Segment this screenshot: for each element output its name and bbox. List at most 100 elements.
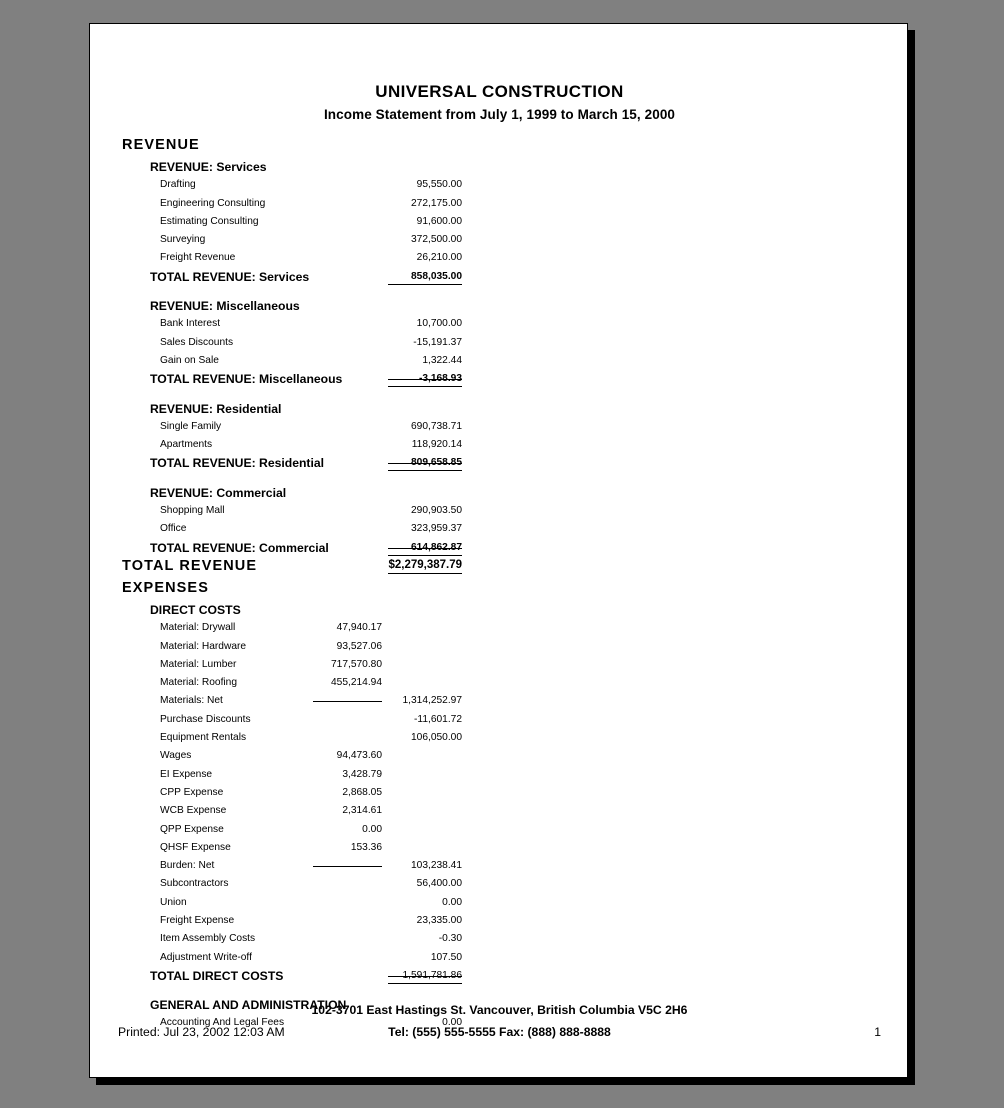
statement-line-row: Engineering Consulting 272,175.00	[90, 195, 907, 213]
line-label: Bank Interest	[160, 318, 221, 330]
statement-line-row: Material: Hardware 93,527.06	[90, 638, 907, 656]
income-statement-body: REVENUE REVENUE: Services Drafting 95,550.0…	[90, 136, 907, 1033]
statement-group-row: REVENUE: Commercial	[90, 484, 907, 502]
line-amount-detail: 47,940.17	[336, 622, 382, 634]
statement-line-row: Shopping Mall 290,903.50	[90, 502, 907, 520]
page-footer: 102-3701 East Hastings St. Vancouver, Br…	[90, 1003, 907, 1047]
statement-group-row: REVENUE: Services	[90, 158, 907, 176]
footer-address: 102-3701 East Hastings St. Vancouver, Br…	[311, 1003, 688, 1017]
statement-line-row: Material: Roofing 455,214.94	[90, 674, 907, 692]
line-label: REVENUE: Residential	[150, 401, 282, 416]
line-label: EI Expense	[160, 768, 213, 780]
spacer-row	[90, 389, 907, 400]
statement-line-row: Equipment Rentals 106,050.00	[90, 729, 907, 747]
line-amount-detail: 2,868.05	[342, 786, 382, 798]
line-amount-total: 91,600.00	[416, 215, 462, 227]
amount-rule	[313, 866, 382, 868]
amount-rule	[388, 982, 462, 984]
footer-page-number: 1	[874, 1025, 881, 1039]
line-amount-total: -0.30	[438, 933, 462, 945]
statement-line-row: CPP Expense 2,868.05	[90, 784, 907, 802]
amount-rule	[388, 379, 462, 381]
line-amount-total: 26,210.00	[416, 252, 462, 264]
line-label: Materials: Net	[160, 695, 223, 707]
line-amount-total: $2,279,387.79	[388, 558, 462, 571]
line-label: REVENUE: Services	[150, 160, 267, 174]
statement-group-row: DIRECT COSTS	[90, 601, 907, 619]
statement-line-row: Office 323,959.37	[90, 520, 907, 538]
statement-section-row: TOTAL REVENUE $2,279,387.79	[90, 557, 907, 579]
line-amount-total: -11,601.72	[414, 713, 462, 725]
statement-total-row: TOTAL REVENUE: Miscellaneous -3,168.93	[90, 370, 907, 388]
line-amount-detail: 0.00	[362, 823, 382, 835]
statement-line-row: Single Family 690,738.71	[90, 418, 907, 436]
statement-line-row: Wages 94,473.60	[90, 747, 907, 765]
line-label: Sales Discounts	[160, 336, 234, 348]
page-title: UNIVERSAL CONSTRUCTION	[375, 82, 624, 101]
statement-line-row: QHSF Expense 153.36	[90, 839, 907, 857]
line-amount-total: 323,959.37	[411, 523, 462, 535]
line-amount-total: 106,050.00	[411, 732, 462, 744]
line-label: CPP Expense	[160, 786, 224, 798]
line-label: Drafting	[160, 179, 196, 191]
line-label: Single Family	[160, 420, 222, 432]
statement-group-row: REVENUE: Miscellaneous	[90, 297, 907, 315]
statement-line-row: Material: Lumber 717,570.80	[90, 656, 907, 674]
line-label: Purchase Discounts	[160, 713, 251, 725]
line-label: EXPENSES	[122, 579, 209, 596]
line-amount-detail: 93,527.06	[336, 640, 382, 652]
line-amount-detail: 3,428.79	[342, 768, 382, 780]
line-label: TOTAL REVENUE: Residential	[150, 456, 325, 471]
line-label: TOTAL REVENUE	[122, 557, 258, 574]
statement-line-row: Freight Expense 23,335.00	[90, 912, 907, 930]
line-amount-total: 1,322.44	[422, 354, 462, 366]
line-amount-detail: 153.36	[350, 841, 382, 853]
line-label: Wages	[160, 750, 192, 762]
footer-phone: Tel: (555) 555-5555 Fax: (888) 888-8888	[388, 1025, 611, 1039]
statement-line-row: Sales Discounts -15,191.37	[90, 334, 907, 352]
line-amount-total: 290,903.50	[411, 505, 462, 517]
spacer-row	[90, 473, 907, 484]
line-label: REVENUE: Miscellaneous	[150, 299, 300, 314]
statement-section-row: EXPENSES	[90, 579, 907, 601]
statement-section-row: REVENUE	[90, 136, 907, 158]
line-label: Material: Lumber	[160, 658, 237, 670]
statement-line-row: Gain on Sale 1,322.44	[90, 352, 907, 370]
line-label: Adjustment Write-off	[160, 951, 252, 963]
statement-total-row: TOTAL DIRECT COSTS 1,591,781.86	[90, 967, 907, 985]
line-label: Office	[160, 523, 187, 535]
line-label: WCB Expense	[160, 805, 227, 817]
line-label: REVENUE: Commercial	[150, 485, 287, 500]
line-label: TOTAL DIRECT COSTS	[150, 968, 284, 983]
line-label: Equipment Rentals	[160, 732, 247, 744]
amount-rule	[388, 463, 462, 465]
statement-line-row: Subcontractors 56,400.00	[90, 875, 907, 893]
statement-group-row: REVENUE: Residential	[90, 400, 907, 418]
line-label: DIRECT COSTS	[150, 602, 241, 617]
line-label: Item Assembly Costs	[160, 933, 256, 945]
line-label: QPP Expense	[160, 823, 224, 835]
statement-line-row: QPP Expense 0.00	[90, 821, 907, 839]
line-label: Subcontractors	[160, 878, 229, 890]
line-amount-total: 107.50	[430, 951, 462, 963]
statement-total-row: TOTAL REVENUE: Commercial 614,862.87	[90, 539, 907, 557]
line-amount-detail: 94,473.60	[336, 750, 382, 762]
statement-line-row: WCB Expense 2,314.61	[90, 802, 907, 820]
line-amount-total: 56,400.00	[416, 878, 462, 890]
line-label: Freight Revenue	[160, 252, 236, 264]
line-label: Burden: Net	[160, 860, 215, 872]
statement-line-row: Union 0.00	[90, 894, 907, 912]
amount-rule	[388, 386, 462, 388]
statement-line-row: Burden: Net 103,238.41	[90, 857, 907, 875]
line-amount-total: 118,920.14	[411, 439, 462, 451]
statement-line-row: EI Expense 3,428.79	[90, 766, 907, 784]
line-label: Surveying	[160, 234, 206, 246]
line-label: Material: Drywall	[160, 622, 236, 634]
line-amount-detail: 455,214.94	[331, 677, 382, 689]
statement-line-row: Surveying 372,500.00	[90, 231, 907, 249]
line-label: Gain on Sale	[160, 354, 219, 366]
amount-rule	[388, 547, 462, 549]
document-page: UNIVERSAL CONSTRUCTION Income Statement …	[89, 23, 908, 1078]
statement-line-row: Adjustment Write-off 107.50	[90, 949, 907, 967]
line-amount-total: 858,035.00	[411, 270, 462, 282]
